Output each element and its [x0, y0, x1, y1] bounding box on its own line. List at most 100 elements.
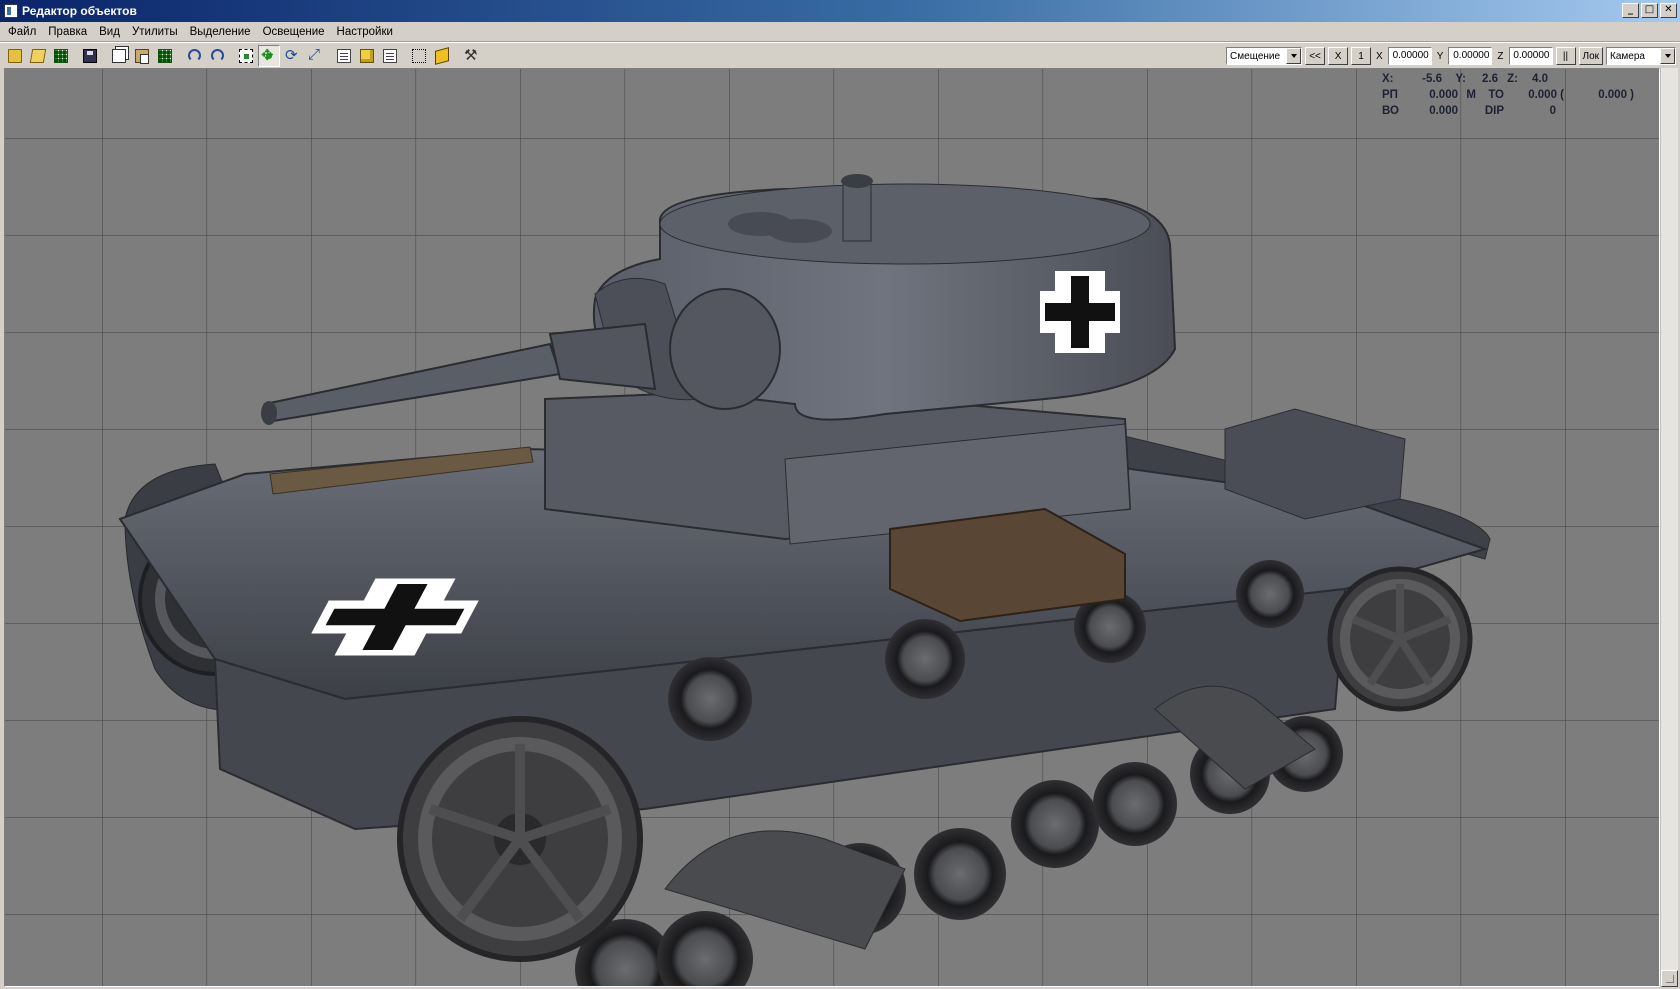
overlay-z-value: 4.0 — [1532, 73, 1548, 85]
overlay-row-coords: X: -5.6 Y: 2.6 Z: 4.0 — [1382, 71, 1656, 87]
copy-button[interactable] — [108, 45, 130, 67]
overlay-row-rp: РП 0.000 М ТО 0.000 ( 0.000 ) — [1382, 87, 1656, 103]
tools-button[interactable] — [460, 45, 482, 67]
dotted-select-button[interactable] — [408, 45, 430, 67]
undo-button[interactable] — [183, 45, 205, 67]
scale-button[interactable] — [304, 45, 326, 67]
app-icon — [4, 4, 18, 18]
select-icon — [239, 48, 253, 63]
overlay-to-label: ТО — [1488, 89, 1504, 101]
menu-lighting[interactable]: Освещение — [257, 23, 331, 41]
overlay-dip-value: 0 — [1549, 105, 1556, 117]
vertical-scrollbar[interactable] — [1660, 68, 1678, 987]
camera-info-overlay: X: -5.6 Y: 2.6 Z: 4.0 РП 0.000 М ТО 0.00… — [1382, 71, 1656, 119]
chevron-down-icon[interactable] — [1286, 48, 1302, 64]
transform-controls: Смещение << X 1 X 0.00000 Y 0.00000 Z 0.… — [1226, 44, 1676, 68]
open-button[interactable] — [4, 45, 26, 67]
overlay-row-vo: ВО 0.000 DIP 0 — [1382, 103, 1656, 119]
close-button[interactable]: ✕ — [1660, 3, 1677, 18]
camera-combo[interactable]: Камера — [1606, 47, 1676, 65]
paste-button[interactable] — [131, 45, 153, 67]
one-button[interactable]: 1 — [1351, 47, 1372, 65]
overlay-rp-value: 0.000 — [1429, 89, 1458, 101]
doc-icon — [383, 48, 397, 63]
mode-combo[interactable]: Смещение — [1226, 47, 1303, 65]
chevron-down-icon[interactable] — [1660, 48, 1675, 64]
menu-edit[interactable]: Правка — [42, 23, 93, 41]
back-button[interactable]: << — [1305, 47, 1326, 65]
turret — [592, 174, 1177, 421]
overlay-y-value: 2.6 — [1482, 73, 1498, 85]
menu-file[interactable]: Файл — [2, 23, 42, 41]
x-label: X — [1376, 50, 1383, 62]
paste-icon — [135, 48, 149, 64]
scale-icon — [308, 46, 322, 63]
menu-settings[interactable]: Настройки — [331, 23, 399, 41]
redo-button[interactable] — [206, 45, 228, 67]
maximize-button[interactable]: □ — [1641, 3, 1658, 18]
cube-button[interactable] — [431, 45, 453, 67]
x-axis-button[interactable]: X — [1328, 47, 1349, 65]
open-icon — [8, 48, 22, 63]
overlay-rp-label: РП — [1382, 89, 1398, 101]
overlay-to-value: 0.000 ( — [1528, 89, 1564, 101]
grid-button[interactable] — [50, 45, 72, 67]
overlay-dip-label: DIP — [1484, 105, 1504, 117]
overlay-x-label: X: — [1382, 73, 1394, 85]
overlay-z-label: Z: — [1507, 73, 1518, 85]
box-icon — [337, 48, 351, 63]
move-icon — [261, 46, 276, 64]
undo-icon — [187, 49, 201, 62]
viewport-scene — [5, 69, 1659, 986]
box-yellow-button[interactable] — [356, 45, 378, 67]
menu-bar: Файл Правка Вид Утилиты Выделение Освеще… — [0, 22, 1680, 42]
main-toolbar: Смещение << X 1 X 0.00000 Y 0.00000 Z 0.… — [0, 42, 1680, 68]
save-icon — [83, 48, 97, 63]
title-bar[interactable]: Редактор объектов _ □ ✕ — [0, 0, 1680, 22]
rotate-icon — [285, 46, 299, 64]
cube-icon — [435, 46, 449, 65]
move-button[interactable] — [258, 44, 280, 67]
x-value-field[interactable]: 0.00000 — [1387, 47, 1432, 65]
lock-button[interactable]: Лок — [1578, 47, 1603, 65]
camera-combo-value: Камера — [1610, 50, 1645, 62]
select-button[interactable] — [235, 45, 257, 67]
redo-icon — [210, 49, 224, 62]
overlay-vo-value: 0.000 — [1429, 105, 1458, 117]
rotate-button[interactable] — [281, 45, 303, 67]
menu-view[interactable]: Вид — [93, 23, 126, 41]
overlay-to-value-2: 0.000 ) — [1598, 89, 1634, 101]
save-button[interactable] — [79, 45, 101, 67]
copy-icon — [112, 48, 126, 63]
tools-icon — [464, 46, 478, 64]
menu-utilities[interactable]: Утилиты — [126, 23, 184, 41]
z-label: Z — [1497, 50, 1504, 62]
grid-green-icon — [158, 48, 172, 63]
grid-green-button[interactable] — [154, 45, 176, 67]
resize-grip[interactable] — [1661, 970, 1678, 987]
window-title: Редактор объектов — [22, 4, 137, 18]
front-sprocket — [397, 716, 643, 962]
grid-icon — [54, 48, 68, 63]
window-controls: _ □ ✕ — [1622, 3, 1677, 18]
box-button[interactable] — [333, 45, 355, 67]
overlay-x-value: -5.6 — [1422, 73, 1442, 85]
mode-combo-value: Смещение — [1230, 50, 1281, 62]
menu-selection[interactable]: Выделение — [184, 23, 257, 41]
overlay-m-label: М — [1466, 89, 1476, 101]
3d-viewport[interactable] — [4, 68, 1660, 987]
pause-button[interactable]: || — [1555, 47, 1576, 65]
dotted-select-icon — [412, 48, 426, 63]
minimize-button[interactable]: _ — [1622, 3, 1639, 18]
overlay-vo-label: ВО — [1382, 105, 1399, 117]
y-label: Y — [1436, 50, 1444, 62]
y-value-field[interactable]: 0.00000 — [1448, 47, 1493, 65]
overlay-y-label: Y: — [1455, 73, 1466, 85]
rear-idler — [1327, 566, 1473, 712]
box-yellow-icon — [360, 48, 374, 63]
object-editor-window: Редактор объектов _ □ ✕ Файл Правка Вид … — [0, 0, 1680, 989]
doc-button[interactable] — [379, 45, 401, 67]
open-folder-button[interactable] — [27, 45, 49, 67]
open-folder-icon — [29, 48, 47, 63]
z-value-field[interactable]: 0.00000 — [1508, 47, 1553, 65]
